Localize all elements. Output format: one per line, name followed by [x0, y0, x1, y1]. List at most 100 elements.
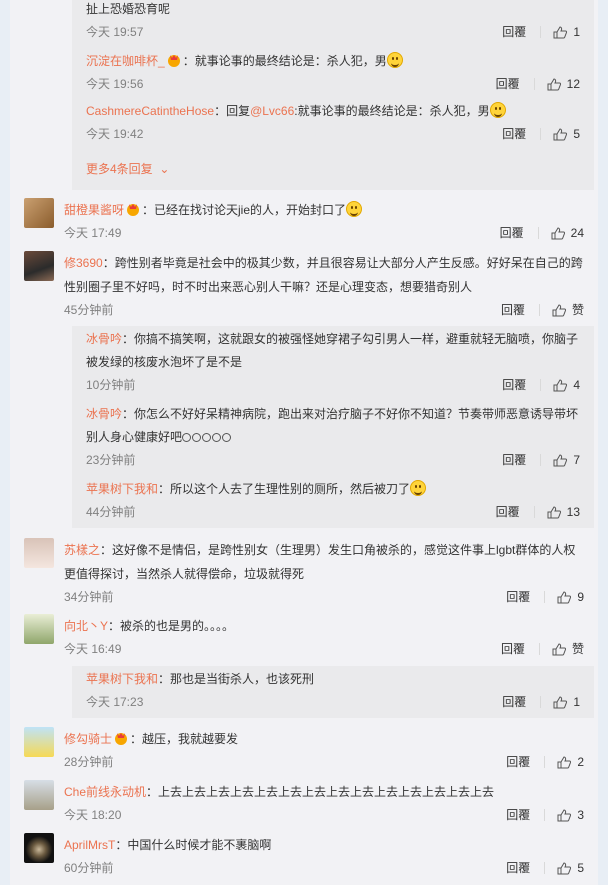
reply-button[interactable]: 回覆	[506, 586, 530, 608]
thumbs-up-icon	[552, 642, 566, 655]
vip-badge-icon	[166, 52, 182, 67]
user-name[interactable]: Che前线永动机	[64, 785, 146, 799]
reply-time: 今天 19:56	[86, 77, 144, 91]
thumbs-up-icon	[553, 127, 568, 140]
reply-button[interactable]: 回覆	[506, 804, 530, 826]
user-name[interactable]: 修勾骑士	[64, 732, 112, 746]
comment-time: 34分钟前	[64, 590, 114, 604]
like-button[interactable]: 9	[557, 586, 584, 608]
like-count: 2	[577, 755, 584, 769]
thumbs-up-icon	[552, 303, 566, 316]
vip-badge-icon	[113, 729, 129, 745]
reply-text: ：就事论事的最终结论是：杀人犯，男	[182, 54, 387, 68]
reply-button[interactable]: 回覆	[496, 73, 520, 95]
user-name[interactable]: 苹果树下我和	[86, 482, 158, 496]
mention-link[interactable]: @Lvc66	[250, 104, 294, 118]
thumbs-up-icon	[557, 808, 572, 821]
reply-thread: 苹果树下我和：那也是当街杀人，也该死刑 今天 17:23 回覆 1	[72, 666, 594, 718]
reply-thread: 冰骨吟：你搞不搞笑啊，这就跟女的被强怪她穿裙子勾引男人一样，避重就轻无脑喷，你脑…	[72, 326, 594, 528]
avatar[interactable]	[24, 727, 54, 757]
more-replies-label: 更多4条回复	[86, 162, 153, 176]
avatar[interactable]	[24, 614, 54, 644]
user-name[interactable]: 苏樣之	[64, 543, 100, 557]
reply-button[interactable]: 回覆	[501, 299, 525, 321]
reply-button[interactable]: 回覆	[502, 691, 526, 713]
like-count: 13	[566, 505, 580, 519]
comment-text: ：这好像不是情侣，是跨性别女（生理男）发生口角被杀的，感觉这件事上lgbt群体的…	[64, 543, 576, 581]
reply-prefix: ：回复	[214, 104, 251, 118]
like-button[interactable]: 赞	[552, 638, 584, 660]
reply-time: 23分钟前	[86, 453, 136, 467]
like-button[interactable]: 4	[553, 374, 580, 396]
like-button[interactable]: 1	[553, 21, 580, 43]
comment-time: 60分钟前	[64, 861, 114, 875]
like-button[interactable]: 1	[553, 691, 580, 713]
reply-item: 冰骨吟：你搞不搞笑啊，这就跟女的被强怪她穿裙子勾引男人一样，避重就轻无脑喷，你脑…	[86, 328, 580, 396]
thumbs-up-icon	[557, 590, 572, 603]
reply-button[interactable]: 回覆	[502, 374, 526, 396]
reply-item: 沉淀在咖啡杯_ ：就事论事的最终结论是：杀人犯，男 今天 19:56 回覆 12	[86, 50, 580, 95]
avatar[interactable]	[24, 538, 54, 568]
avatar[interactable]	[24, 780, 54, 810]
smile-emoji-icon	[386, 52, 403, 68]
like-count: 7	[573, 453, 580, 467]
avatar[interactable]	[24, 833, 54, 863]
like-count: 5	[573, 127, 580, 141]
reply-thread-top: 扯上恐婚恐育呢 今天 19:57 回覆 1 沉淀在咖啡杯_ ：就事论事的最终结论是…	[72, 0, 594, 190]
like-button[interactable]: 3	[557, 804, 584, 826]
comment-text: ：跨性别者毕竟是社会中的极其少数，并且很容易让大部分人产生反感。好好呆在自己的跨…	[64, 256, 583, 294]
reply-item: 苹果树下我和：所以这个人去了生理性别的厕所，然后被刀了 44分钟前 回覆 13	[86, 478, 580, 523]
reply-button[interactable]: 回覆	[502, 123, 526, 145]
reply-item: 扯上恐婚恐育呢 今天 19:57 回覆 1	[86, 0, 580, 43]
thumbs-up-icon	[547, 77, 561, 90]
reply-button[interactable]: 回覆	[502, 21, 526, 43]
avatar[interactable]	[24, 198, 54, 228]
reply-button[interactable]: 回覆	[502, 449, 526, 471]
like-count: 9	[577, 590, 584, 604]
reply-button[interactable]: 回覆	[506, 857, 530, 879]
user-name[interactable]: 冰骨吟	[86, 407, 122, 421]
reply-item: 冰骨吟：你怎么不好好呆精神病院，跑出来对治疗脑子不好你不知道？节奏带师恶意诱导带…	[86, 403, 580, 471]
comment-text: ：中国什么时候才能不裹脑啊	[115, 838, 272, 852]
like-count: 24	[570, 226, 584, 240]
user-name[interactable]: 沉淀在咖啡杯_	[86, 54, 165, 68]
like-button[interactable]: 24	[551, 222, 584, 244]
like-button[interactable]: 赞	[552, 299, 584, 321]
user-name[interactable]: 甜橙果酱呀	[64, 203, 124, 217]
user-name[interactable]: 向北丶Y	[64, 619, 108, 633]
reply-time: 今天 19:57	[86, 25, 144, 39]
vip-badge-icon	[125, 200, 141, 216]
reply-time: 44分钟前	[86, 505, 136, 519]
reply-time: 10分钟前	[86, 378, 136, 392]
reply-item: CashmereCatintheHose：回复@Lvc66:就事论事的最终结论是…	[86, 100, 580, 145]
tiny-emoji-row	[182, 430, 232, 444]
thumbs-up-icon	[553, 695, 568, 708]
comment-text: ：上去上去上去上去上去上去上去上去上去上去上去上去上去上去	[146, 785, 495, 799]
like-button[interactable]: 7	[553, 449, 580, 471]
reply-button[interactable]: 回覆	[500, 222, 524, 244]
reply-button[interactable]: 回覆	[501, 638, 525, 660]
user-name[interactable]: 修3690	[64, 256, 103, 270]
reply-item: 苹果树下我和：那也是当街杀人，也该死刑 今天 17:23 回覆 1	[86, 668, 580, 713]
like-button[interactable]: 13	[547, 501, 580, 523]
like-button[interactable]: 12	[547, 73, 580, 95]
like-button[interactable]: 5	[557, 857, 584, 879]
user-name[interactable]: 苹果树下我和	[86, 672, 158, 686]
thumbs-up-icon	[553, 453, 568, 466]
user-name[interactable]: AprilMrsT	[64, 838, 115, 852]
avatar[interactable]	[24, 251, 54, 281]
like-count: 1	[573, 695, 580, 709]
more-replies-link[interactable]: 更多4条回复 ⌄	[86, 151, 580, 187]
reply-text: :就事论事的最终结论是：杀人犯，男	[294, 104, 490, 118]
reply-button[interactable]: 回覆	[506, 751, 530, 773]
like-count: 12	[566, 77, 580, 91]
like-button[interactable]: 5	[553, 123, 580, 145]
like-button[interactable]: 2	[557, 751, 584, 773]
comment-time: 今天 18:20	[64, 808, 122, 822]
thumbs-up-icon	[551, 226, 565, 239]
reply-button[interactable]: 回覆	[496, 501, 520, 523]
user-name[interactable]: 冰骨吟	[86, 332, 122, 346]
like-count: 4	[573, 378, 580, 392]
smile-emoji-icon	[410, 480, 427, 496]
user-name[interactable]: CashmereCatintheHose	[86, 104, 214, 118]
